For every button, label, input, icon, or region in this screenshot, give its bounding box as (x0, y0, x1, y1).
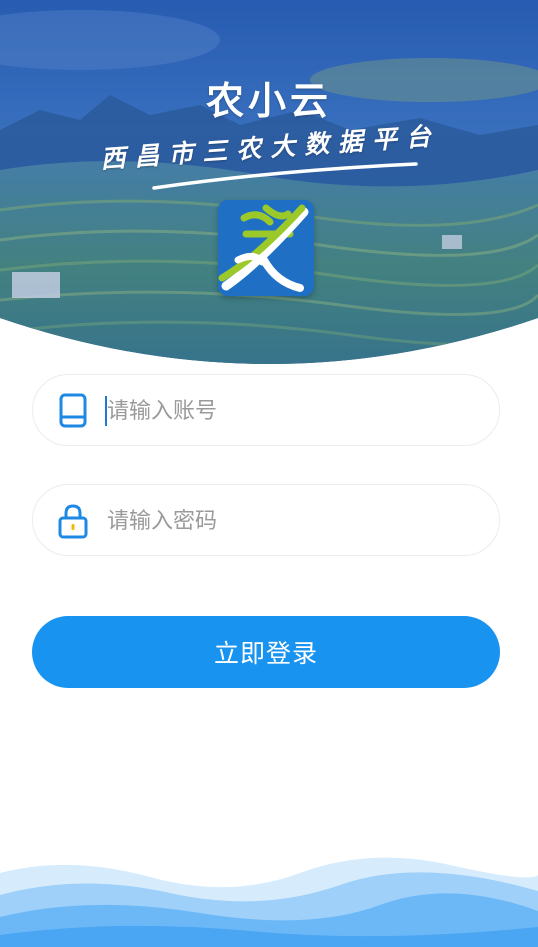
app-title: 农小云 (205, 79, 332, 123)
decorative-waves (0, 857, 538, 947)
account-field[interactable] (32, 374, 500, 446)
password-input[interactable] (105, 501, 477, 541)
app-logo (218, 200, 314, 296)
hero-banner: 农小云 西昌市三农大数据平台 (0, 0, 538, 368)
password-field[interactable] (32, 484, 500, 556)
account-input[interactable] (105, 391, 477, 431)
swoosh-underline (152, 162, 418, 190)
login-button[interactable]: 立即登录 (32, 616, 500, 688)
lock-icon (58, 504, 88, 539)
phone-icon (59, 393, 87, 428)
nong-logo-icon (218, 200, 314, 296)
